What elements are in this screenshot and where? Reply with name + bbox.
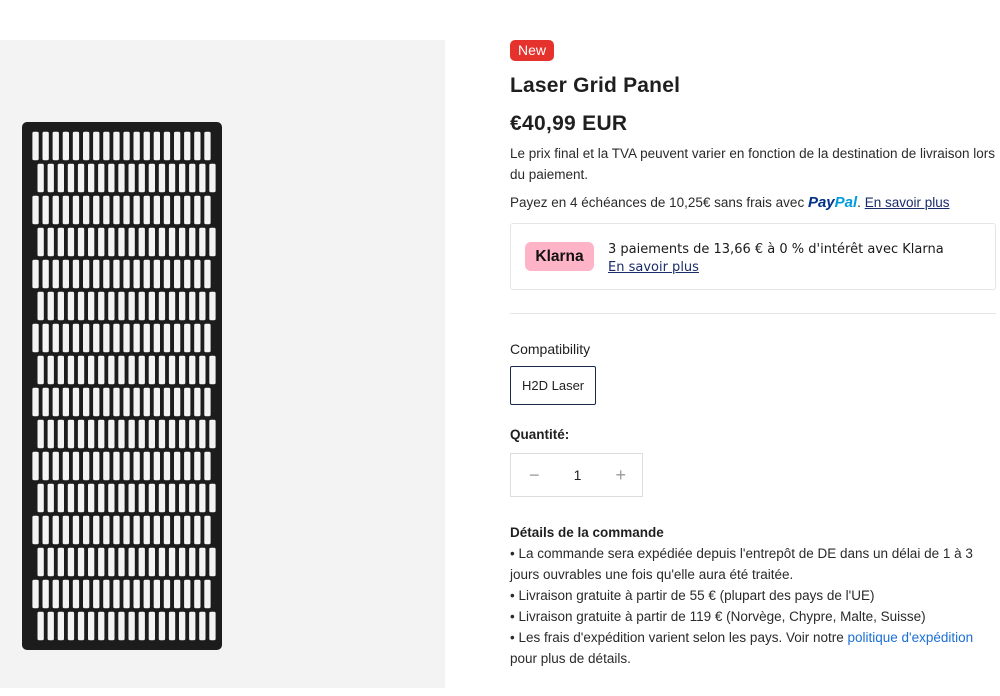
order-details-title: Détails de la commande	[510, 525, 664, 540]
paypal-learn-more-link[interactable]: En savoir plus	[865, 195, 950, 210]
list-item: • Livraison gratuite à partir de 55 € (p…	[510, 588, 875, 603]
variant-h2d-laser-button[interactable]: H2D Laser	[510, 366, 597, 405]
increase-quantity-button[interactable]: +	[615, 465, 626, 486]
product-gallery	[0, 40, 445, 688]
klarna-learn-more-link[interactable]: En savoir plus	[608, 260, 699, 275]
quantity-label: Quantité:	[510, 427, 570, 442]
list-item: • Les frais d'expédition varient selon l…	[510, 630, 974, 666]
quantity-input[interactable]: 1	[574, 467, 582, 483]
klarna-message: 3 paiements de 13,66 € à 0 % d'intérêt a…	[608, 242, 944, 257]
new-badge: New	[510, 40, 555, 61]
product-price: €40,99 EUR	[510, 112, 628, 135]
klarna-banner: Klarna 3 paiements de 13,66 € à 0 % d'in…	[510, 223, 996, 290]
decrease-quantity-button[interactable]: −	[529, 465, 540, 486]
order-details-list: • La commande sera expédiée depuis l'ent…	[510, 543, 996, 669]
tax-note: Le prix final et la TVA peuvent varier e…	[510, 146, 996, 182]
paypal-message: Payez en 4 échéances de 10,25€ sans frai…	[510, 194, 950, 211]
compatibility-label: Compatibility	[510, 341, 591, 357]
product-info: New Laser Grid Panel €40,99 EUR Le prix …	[510, 40, 996, 669]
klarna-logo: Klarna	[525, 242, 594, 271]
product-image[interactable]	[20, 122, 224, 650]
paypal-text: Payez en 4 échéances de 10,25€ sans frai…	[510, 195, 808, 210]
divider	[510, 313, 996, 314]
quantity-stepper: − 1 +	[510, 453, 643, 497]
shipping-policy-link[interactable]: politique d'expédition	[848, 630, 974, 645]
product-title: Laser Grid Panel	[510, 74, 681, 97]
list-item: • La commande sera expédiée depuis l'ent…	[510, 546, 973, 582]
list-item: • Livraison gratuite à partir de 119 € (…	[510, 609, 926, 624]
paypal-logo: PayPal	[807, 194, 858, 211]
